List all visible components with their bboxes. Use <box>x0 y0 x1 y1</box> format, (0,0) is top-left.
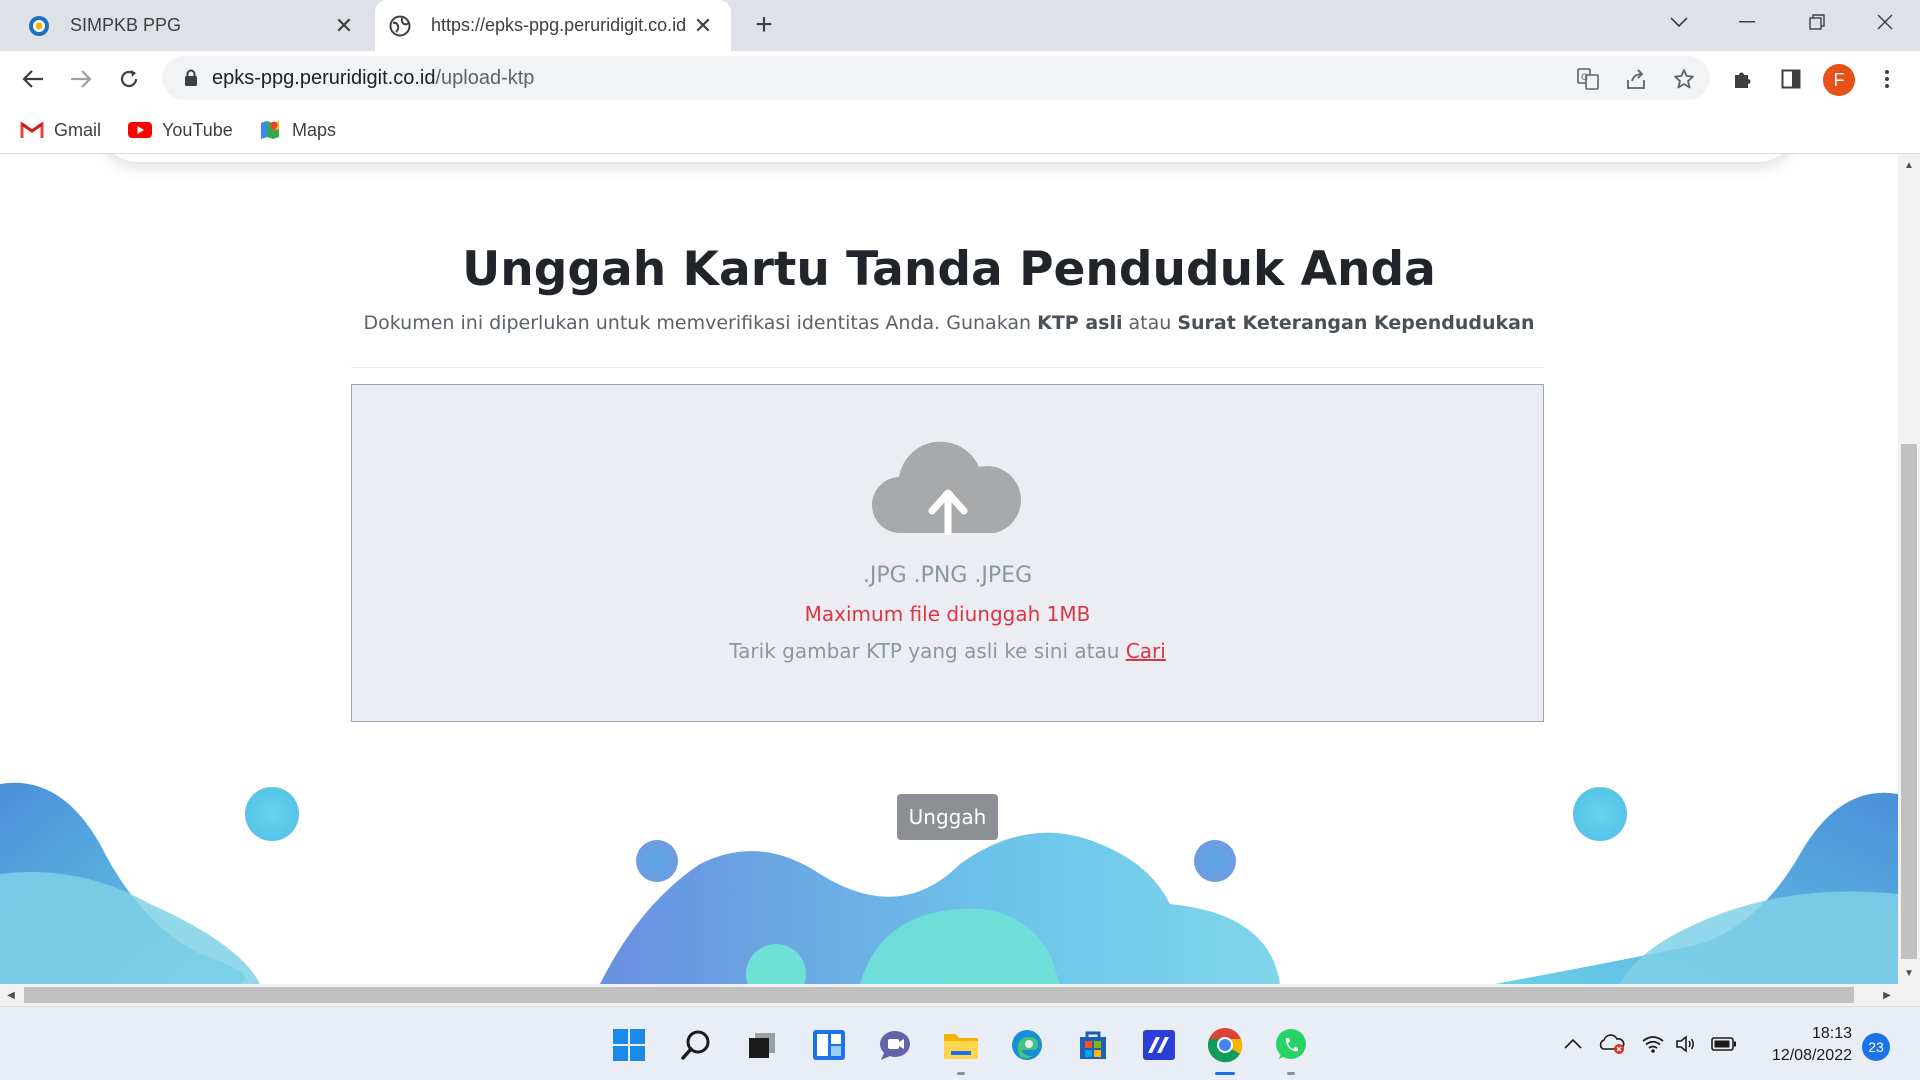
notification-badge[interactable]: 23 <box>1862 1033 1890 1061</box>
whatsapp-icon[interactable] <box>1271 1025 1311 1075</box>
url-path: /upload-ktp <box>435 66 535 89</box>
tab-upload-ktp[interactable]: https://epks-ppg.peruridigit.co.id ✕ <box>375 0 731 51</box>
widgets-icon[interactable] <box>809 1025 849 1065</box>
windows-taskbar: 18:13 12/08/2022 23 <box>0 1006 1920 1080</box>
active-indicator <box>1215 1072 1235 1075</box>
drag-instruction: Tarik gambar KTP yang asli ke sini atau … <box>352 639 1543 663</box>
new-tab-button[interactable]: + <box>748 8 780 41</box>
page-viewport: Unggah Kartu Tanda Penduduk Anda Dokumen… <box>0 154 1898 984</box>
system-clock[interactable]: 18:13 12/08/2022 <box>1752 1023 1852 1067</box>
description-ktp-asli: KTP asli <box>1037 312 1123 334</box>
start-icon[interactable] <box>609 1025 649 1065</box>
bookmark-maps[interactable]: Maps <box>258 116 336 144</box>
tab-search-icon[interactable] <box>1644 0 1714 44</box>
youtube-icon <box>128 120 152 140</box>
description-skk: Surat Keterangan Kependudukan <box>1177 312 1535 334</box>
section-divider <box>351 367 1543 368</box>
reload-icon[interactable] <box>110 60 148 98</box>
globe-icon <box>389 15 411 36</box>
bookmark-youtube[interactable]: YouTube <box>128 116 233 144</box>
cloud-upload-icon <box>871 441 1021 535</box>
url-text: epks-ppg.peruridigit.co.id/upload-ktp <box>212 67 534 90</box>
running-indicator <box>1287 1072 1295 1075</box>
search-icon[interactable] <box>676 1025 716 1065</box>
svg-text:G: G <box>1581 73 1588 83</box>
translate-icon[interactable]: G <box>1576 67 1600 91</box>
decorative-waves <box>0 782 1898 984</box>
browse-link[interactable]: Cari <box>1126 639 1166 663</box>
upload-button[interactable]: Unggah <box>897 794 998 840</box>
tab-close-icon[interactable]: ✕ <box>330 12 358 40</box>
clock-time: 18:13 <box>1811 1025 1852 1042</box>
tab-close-icon[interactable]: ✕ <box>689 12 717 40</box>
scroll-left-arrow-icon[interactable]: ◀ <box>0 984 22 1006</box>
teams-chat-icon[interactable] <box>875 1025 915 1065</box>
simpkb-favicon-icon <box>29 15 49 36</box>
tab-title: SIMPKB PPG <box>70 15 182 35</box>
address-bar[interactable]: epks-ppg.peruridigit.co.id/upload-ktp G <box>162 56 1710 100</box>
lock-icon[interactable] <box>180 67 202 89</box>
side-panel-icon[interactable] <box>1776 64 1806 94</box>
scroll-right-arrow-icon[interactable]: ▶ <box>1876 984 1898 1006</box>
menu-kebab-icon[interactable] <box>1872 64 1902 94</box>
page-description: Dokumen ini diperlukan untuk memverifika… <box>0 312 1898 334</box>
scroll-down-arrow-icon[interactable]: ▼ <box>1898 962 1920 984</box>
volume-icon[interactable] <box>1674 1031 1698 1057</box>
page-title: Unggah Kartu Tanda Penduduk Anda <box>462 242 1436 297</box>
edge-icon[interactable] <box>1007 1025 1047 1065</box>
scroll-up-arrow-icon[interactable]: ▲ <box>1898 154 1920 176</box>
bookmark-label: Gmail <box>54 119 102 140</box>
maps-icon <box>258 120 282 140</box>
show-hidden-icons-chevron-icon[interactable] <box>1562 1031 1584 1057</box>
close-window-icon[interactable] <box>1850 0 1920 44</box>
gmail-icon <box>20 120 44 140</box>
bookmarks-bar: Gmail YouTube Maps <box>0 107 1920 154</box>
accepted-formats: .JPG .PNG .JPEG <box>862 563 1033 588</box>
minimize-icon[interactable] <box>1712 0 1782 44</box>
max-file-size-notice: Maximum file diunggah 1MB <box>804 602 1091 626</box>
horizontal-scroll-thumb[interactable] <box>24 987 1854 1003</box>
extensions-icon[interactable] <box>1728 64 1758 94</box>
chrome-icon[interactable] <box>1205 1025 1245 1075</box>
forward-icon[interactable] <box>62 60 100 98</box>
url-host: epks-ppg.peruridigit.co.id <box>212 66 436 89</box>
drag-instruction-text: Tarik gambar KTP yang asli ke sini atau <box>729 639 1126 663</box>
restore-icon[interactable] <box>1782 0 1852 44</box>
bookmark-star-icon[interactable] <box>1672 67 1696 91</box>
wifi-icon[interactable] <box>1640 1031 1666 1057</box>
bookmark-label: YouTube <box>162 119 233 140</box>
vertical-scroll-thumb[interactable] <box>1901 444 1917 959</box>
running-indicator <box>957 1072 965 1075</box>
file-explorer-icon[interactable] <box>941 1025 981 1075</box>
horizontal-scrollbar[interactable]: ◀ ▶ <box>0 984 1920 1006</box>
vertical-scrollbar[interactable]: ▲ ▼ <box>1898 154 1920 984</box>
onedrive-error-icon[interactable] <box>1598 1031 1626 1057</box>
description-text: Dokumen ini diperlukan untuk memverifika… <box>363 312 1038 334</box>
share-icon[interactable] <box>1624 67 1648 91</box>
back-icon[interactable] <box>14 60 52 98</box>
description-or: atau <box>1122 312 1178 334</box>
tab-title: https://epks-ppg.peruridigit.co.id <box>431 15 687 35</box>
profile-avatar[interactable]: F <box>1823 64 1855 96</box>
bookmark-label: Maps <box>292 119 337 140</box>
app-icon[interactable] <box>1139 1025 1179 1065</box>
browser-toolbar: epks-ppg.peruridigit.co.id/upload-ktp G … <box>0 51 1920 107</box>
tab-strip: SIMPKB PPG ✕ https://epks-ppg.peruridigi… <box>0 0 1920 51</box>
site-header-card <box>98 154 1798 162</box>
bookmark-gmail[interactable]: Gmail <box>20 116 101 144</box>
store-icon[interactable] <box>1073 1025 1113 1065</box>
task-view-icon[interactable] <box>742 1025 782 1065</box>
ktp-dropzone[interactable]: .JPG .PNG .JPEG Maximum file diunggah 1M… <box>351 384 1544 722</box>
tab-simpkb[interactable]: SIMPKB PPG ✕ <box>0 0 372 51</box>
clock-date: 12/08/2022 <box>1771 1047 1852 1064</box>
battery-icon[interactable] <box>1710 1031 1738 1057</box>
